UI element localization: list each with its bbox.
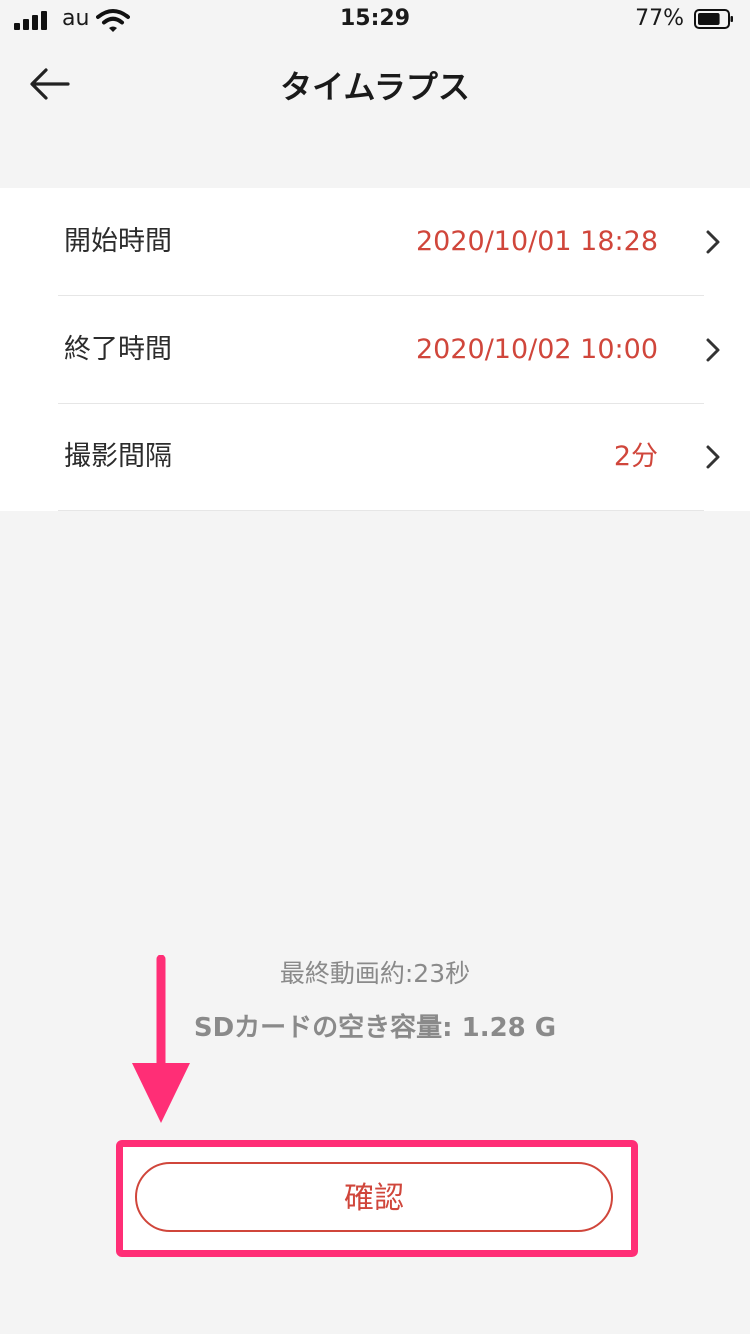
confirm-button[interactable]: 確認: [135, 1162, 613, 1232]
page-title: タイムラプス: [280, 68, 470, 106]
timelapse-settings: 開始時間 2020/10/01 18:28 終了時間 2020/10/02 10…: [0, 188, 750, 511]
final-video-length: 最終動画約:23秒: [279, 959, 471, 988]
end-time-value: 2020/10/02 10:00: [415, 334, 658, 365]
divider: [58, 510, 704, 511]
start-time-value: 2020/10/01 18:28: [415, 226, 658, 257]
start-time-label: 開始時間: [64, 226, 172, 257]
setting-row-end-time[interactable]: 終了時間 2020/10/02 10:00: [0, 296, 750, 404]
chevron-right-icon: [706, 338, 720, 362]
chevron-right-icon: [706, 445, 720, 469]
wifi-icon: [96, 9, 130, 32]
status-bar: au 15:29 77%: [0, 0, 750, 40]
back-arrow-icon[interactable]: [26, 62, 74, 106]
end-time-label: 終了時間: [64, 334, 172, 365]
sd-free-space: SDカードの空き容量: 1.28 G: [193, 1013, 557, 1043]
interval-label: 撮影間隔: [64, 441, 172, 472]
chevron-right-icon: [706, 230, 720, 254]
interval-value: 2分: [613, 441, 658, 472]
signal-icon: [14, 10, 48, 30]
battery-icon: [694, 9, 733, 29]
setting-row-start-time[interactable]: 開始時間 2020/10/01 18:28: [0, 188, 750, 296]
carrier-label: au: [62, 6, 90, 31]
annotation-arrow-icon: [132, 955, 190, 1123]
battery-percent: 77%: [635, 6, 684, 31]
setting-row-interval[interactable]: 撮影間隔 2分: [0, 403, 750, 511]
